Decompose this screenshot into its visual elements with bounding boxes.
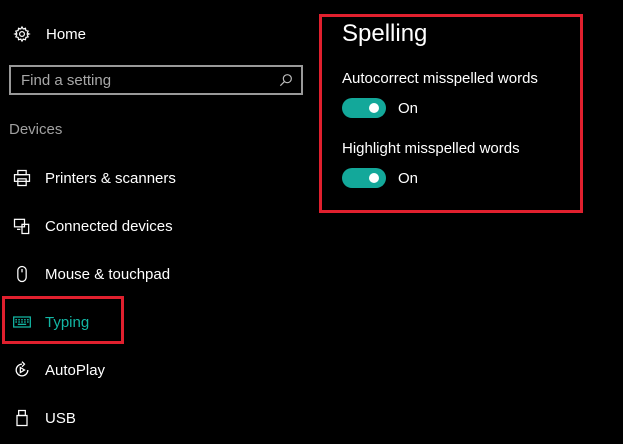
connected-devices-icon [12, 216, 32, 236]
highlight-label: Highlight misspelled words [342, 140, 520, 157]
sidebar-item-usb[interactable]: USB [12, 406, 76, 430]
home-link[interactable]: Home [12, 23, 86, 45]
highlight-state: On [398, 169, 419, 187]
sidebar-item-mouse[interactable]: Mouse & touchpad [12, 262, 170, 286]
sidebar-item-autoplay[interactable]: AutoPlay [12, 358, 105, 382]
toggle-knob [369, 103, 379, 113]
autocorrect-toggle[interactable] [342, 98, 386, 118]
search-icon[interactable] [275, 69, 297, 91]
sidebar-item-label: USB [45, 409, 76, 427]
autocorrect-state: On [398, 99, 419, 117]
search-box [9, 65, 303, 95]
home-label: Home [46, 25, 87, 43]
search-input[interactable] [11, 67, 275, 93]
sidebar: Home Devices Printers & scanners [0, 0, 315, 444]
typing-highlight-box [2, 296, 124, 344]
sidebar-item-label: Mouse & touchpad [45, 265, 171, 283]
sidebar-item-connected-devices[interactable]: Connected devices [12, 214, 173, 238]
highlight-toggle-row: On [342, 167, 418, 189]
autoplay-icon [12, 360, 32, 380]
section-title-devices: Devices [9, 121, 63, 138]
highlight-toggle[interactable] [342, 168, 386, 188]
sidebar-item-label: Printers & scanners [45, 169, 176, 187]
mouse-icon [12, 264, 32, 284]
sidebar-item-label: Connected devices [45, 217, 173, 235]
usb-icon [12, 408, 32, 428]
autocorrect-label: Autocorrect misspelled words [342, 70, 538, 87]
gear-icon [12, 24, 32, 44]
autocorrect-toggle-row: On [342, 97, 418, 119]
toggle-knob [369, 173, 379, 183]
sidebar-item-printers[interactable]: Printers & scanners [12, 166, 176, 190]
printer-icon [12, 168, 32, 188]
page-title: Spelling [342, 20, 428, 47]
sidebar-item-label: AutoPlay [45, 361, 106, 379]
